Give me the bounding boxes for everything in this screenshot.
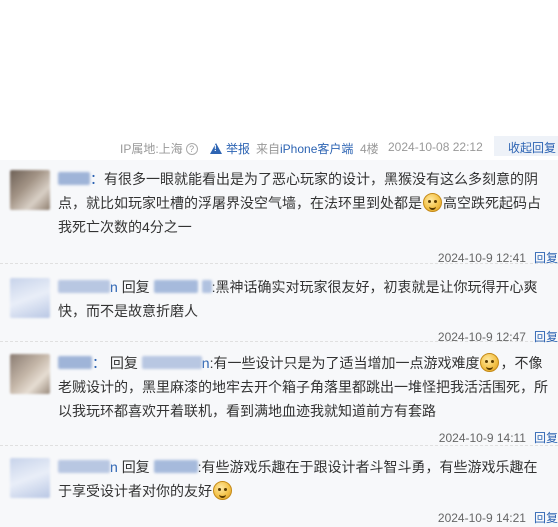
reply-button[interactable]: 回复 bbox=[534, 431, 558, 445]
avatar[interactable] bbox=[10, 458, 50, 498]
smiley-emoji-icon bbox=[423, 193, 442, 212]
post-source: 来自iPhone客户端 bbox=[256, 142, 354, 156]
reply-footer: 2024-10-9 14:11 回复 bbox=[439, 429, 558, 447]
reply-content: ： 回复 n:有一些设计只是为了适当增加一点游戏难度 ，不像老贼设计的，黑里麻漆的… bbox=[58, 353, 548, 419]
reply-target[interactable]: n bbox=[141, 355, 210, 371]
reply-time: 2024-10-9 14:21 bbox=[437, 511, 526, 525]
avatar[interactable] bbox=[10, 278, 50, 318]
source-link[interactable]: iPhone客户端 bbox=[280, 142, 353, 156]
smiley-emoji-icon bbox=[480, 353, 500, 372]
reply-content: ：有很多一眼就能看出是为了恶心玩家的设计，黑猴没有这么多刻意的阴点，就比如玩家吐… bbox=[58, 171, 541, 235]
list-item: ： 回复 n:有一些设计只是为了适当增加一点游戏难度 ，不像老贼设计的，黑里麻漆的… bbox=[0, 342, 558, 446]
reply-target[interactable] bbox=[153, 279, 212, 295]
list-item: n 回复 :黑神话确实对玩家很友好，初衷就是让你玩得开心爽快，而不是故意折磨人 … bbox=[0, 264, 558, 344]
avatar[interactable] bbox=[10, 354, 50, 394]
warning-icon bbox=[210, 143, 222, 154]
question-circle-icon[interactable]: ? bbox=[185, 143, 198, 155]
reply-time: 2024-10-9 14:11 bbox=[438, 431, 526, 445]
reply-button[interactable]: 回复 bbox=[534, 511, 558, 525]
list-item: ：有很多一眼就能看出是为了恶心玩家的设计，黑猴没有这么多刻意的阴点，就比如玩家吐… bbox=[0, 160, 558, 265]
smiley-emoji-icon bbox=[213, 481, 232, 500]
reply-target[interactable] bbox=[153, 459, 198, 475]
post-meta-bar: IP属地:上海? 举报 来自iPhone客户端 4楼 2024-10-08 22… bbox=[0, 136, 558, 158]
reply-author[interactable]: ： bbox=[58, 171, 104, 187]
reply-author[interactable]: n bbox=[58, 279, 118, 295]
ip-location: IP属地:上海? bbox=[120, 140, 198, 157]
reply-content: n 回复 :黑神话确实对玩家很友好，初衷就是让你玩得开心爽快，而不是故意折磨人 bbox=[58, 279, 538, 319]
post-datetime: 2024-10-08 22:12 bbox=[388, 140, 483, 154]
reply-content: n 回复 :有些游戏乐趣在于跟设计者斗智斗勇，有些游戏乐趣在于享受设计者对你的友… bbox=[58, 459, 538, 500]
reply-list: ：有很多一眼就能看出是为了恶心玩家的设计，黑猴没有这么多刻意的阴点，就比如玩家吐… bbox=[0, 160, 558, 527]
reply-time: 2024-10-9 12:41 bbox=[437, 251, 526, 265]
reply-footer: 2024-10-9 14:21 回复 bbox=[438, 509, 558, 527]
list-item: n 回复 :有些游戏乐趣在于跟设计者斗智斗勇，有些游戏乐趣在于享受设计者对你的友… bbox=[0, 446, 558, 527]
reply-author[interactable]: ： bbox=[58, 355, 106, 371]
report-button[interactable]: 举报 bbox=[210, 140, 250, 157]
reply-button[interactable]: 回复 bbox=[534, 251, 558, 265]
avatar[interactable] bbox=[10, 170, 50, 210]
floor-number: 4楼 bbox=[360, 142, 379, 156]
collapse-replies-button[interactable]: 收起回复 bbox=[494, 136, 558, 156]
reply-author[interactable]: n bbox=[58, 459, 118, 475]
